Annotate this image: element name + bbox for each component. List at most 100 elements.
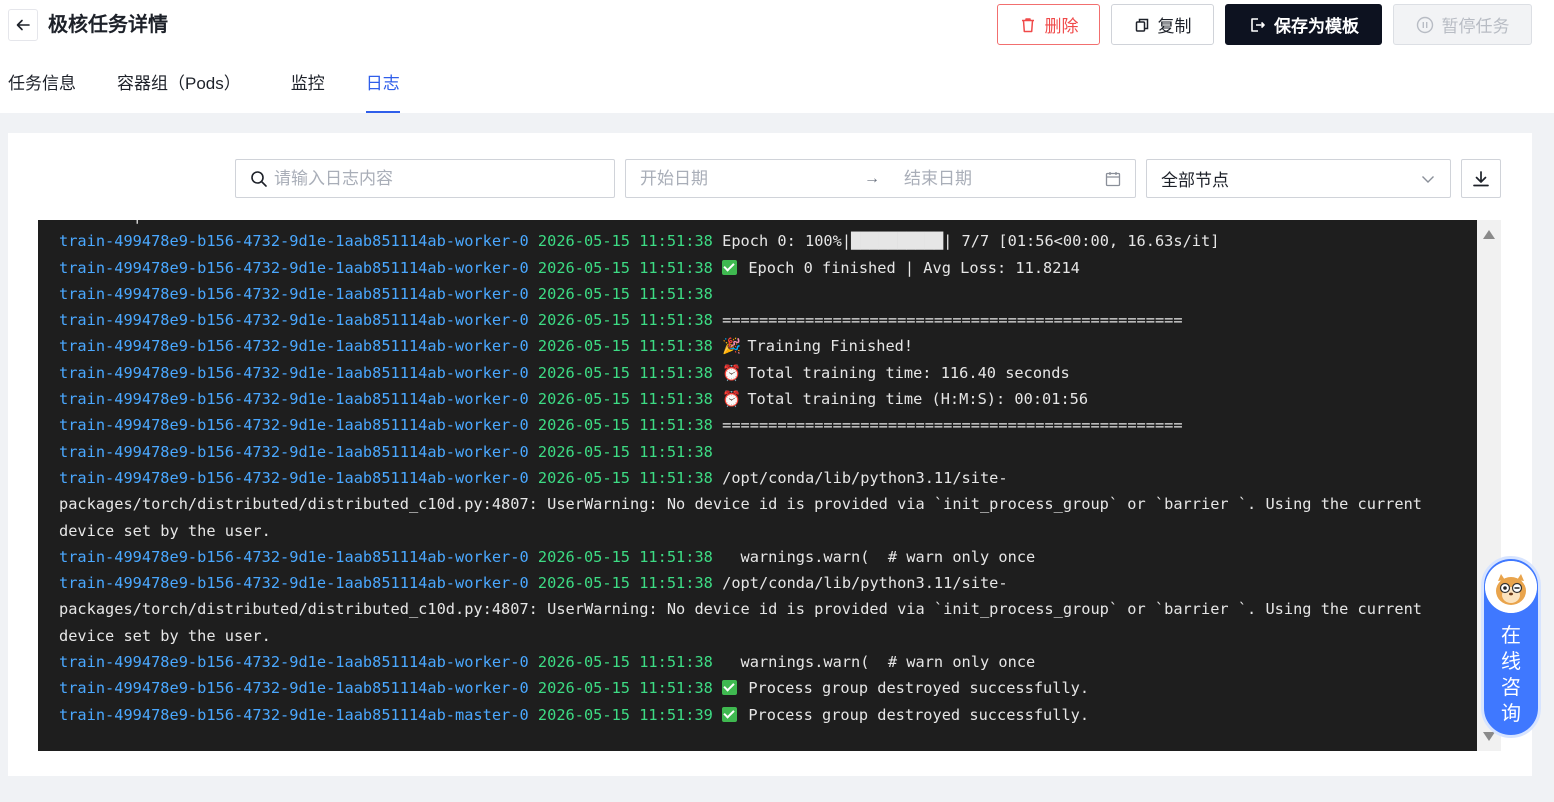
page-header: 极核任务详情 删除 复制 保存为模板 暂停任务 任务信息 容器组（Pods） 监…	[0, 0, 1554, 113]
page-title: 极核任务详情	[48, 14, 168, 36]
log-timestamp: 2026-05-15 11:51:38	[537, 653, 713, 672]
save-template-icon	[1251, 17, 1265, 32]
pause-task-button-label: 暂停任务	[1441, 17, 1510, 36]
log-pod-name: train-499478e9-b156-4732-9d1e-1aab851114…	[59, 258, 529, 277]
log-timestamp: 2026-05-15 11:51:38	[537, 547, 713, 566]
check-icon	[722, 706, 738, 722]
pause-circle-icon	[1416, 16, 1433, 33]
log-pod-name: train-499478e9-b156-4732-9d1e-1aab851114…	[59, 363, 529, 382]
log-line: train-499478e9-b156-4732-9d1e-1aab851114…	[59, 439, 1459, 465]
search-icon	[251, 170, 267, 187]
log-timestamp: 2026-05-15 11:51:38	[537, 390, 713, 409]
copy-button-label: 复制	[1157, 17, 1192, 36]
scroll-down-icon[interactable]	[1483, 732, 1495, 741]
log-timestamp: 2026-05-15 11:51:38	[537, 416, 713, 435]
end-date-input[interactable]	[904, 168, 1104, 189]
log-pod-name: train-499478e9-b156-4732-9d1e-1aab851114…	[59, 337, 529, 356]
log-line: train-499478e9-b156-4732-9d1e-1aab851114…	[59, 412, 1459, 438]
log-message: warnings.warn( # warn only once	[722, 547, 1036, 566]
copy-button[interactable]: 复制	[1111, 4, 1214, 45]
log-timestamp: 2026-05-15 11:51:38	[537, 311, 713, 330]
log-message: Training Finished!	[747, 337, 914, 356]
pause-task-button[interactable]: 暂停任务	[1393, 4, 1532, 45]
log-message: ========================================…	[722, 416, 1183, 435]
log-line: train-499478e9-b156-4732-9d1e-1aab851114…	[59, 360, 1459, 386]
log-message: 11.8236 | LR 0.000001	[59, 220, 252, 224]
tab-task-info[interactable]: 任务信息	[8, 70, 76, 113]
log-pod-name: train-499478e9-b156-4732-9d1e-1aab851114…	[59, 705, 529, 724]
copy-icon	[1135, 18, 1148, 32]
node-select-value: 全部节点	[1161, 171, 1229, 190]
log-pod-name: train-499478e9-b156-4732-9d1e-1aab851114…	[59, 232, 529, 251]
log-message: Total training time (H:M:S): 00:01:56	[747, 390, 1089, 409]
save-template-button[interactable]: 保存为模板	[1225, 4, 1382, 45]
log-pod-name: train-499478e9-b156-4732-9d1e-1aab851114…	[59, 468, 529, 487]
log-line: train-499478e9-b156-4732-9d1e-1aab851114…	[59, 307, 1459, 333]
delete-button[interactable]: 删除	[997, 4, 1100, 45]
detail-tabs: 任务信息 容器组（Pods） 监控 日志	[8, 70, 441, 113]
log-pod-name: train-499478e9-b156-4732-9d1e-1aab851114…	[59, 284, 529, 303]
log-message: Total training time: 116.40 seconds	[747, 363, 1070, 382]
back-button[interactable]	[8, 9, 38, 41]
download-logs-button[interactable]	[1461, 159, 1501, 198]
chevron-down-icon	[1420, 171, 1436, 187]
log-line: train-499478e9-b156-4732-9d1e-1aab851114…	[59, 333, 1459, 359]
mascot-avatar-icon	[1485, 561, 1537, 613]
log-message: Epoch 0: 100%|██████████| 7/7 [01:56<00:…	[722, 232, 1220, 251]
log-timestamp: 2026-05-15 11:51:38	[537, 363, 713, 382]
log-pod-name: train-499478e9-b156-4732-9d1e-1aab851114…	[59, 311, 529, 330]
log-pod-name: train-499478e9-b156-4732-9d1e-1aab851114…	[59, 653, 529, 672]
log-line: train-499478e9-b156-4732-9d1e-1aab851114…	[59, 675, 1459, 701]
log-message: Process group destroyed successfully.	[748, 705, 1090, 724]
log-timestamp: 2026-05-15 11:51:38	[537, 337, 713, 356]
log-timestamp: 2026-05-15 11:51:38	[537, 284, 713, 303]
party-popper-icon: 🎉	[722, 337, 742, 356]
log-line: train-499478e9-b156-4732-9d1e-1aab851114…	[59, 228, 1459, 254]
date-range-picker: →	[625, 159, 1136, 198]
log-timestamp: 2026-05-15 11:51:38	[537, 574, 713, 593]
check-icon	[722, 680, 738, 696]
log-search-input[interactable]	[274, 168, 604, 189]
log-timestamp: 2026-05-15 11:51:38	[537, 468, 713, 487]
trash-icon	[1021, 17, 1034, 32]
calendar-icon[interactable]	[1104, 170, 1122, 188]
start-date-input[interactable]	[640, 168, 854, 189]
log-line: 11.8236 | LR 0.000001	[59, 220, 1459, 228]
tab-monitor[interactable]: 监控	[291, 70, 325, 113]
log-lines: 11.8236 | LR 0.000001 train-499478e9-b156…	[59, 220, 1459, 728]
log-pod-name: train-499478e9-b156-4732-9d1e-1aab851114…	[59, 390, 529, 409]
scroll-up-icon[interactable]	[1483, 230, 1495, 239]
log-pod-name: train-499478e9-b156-4732-9d1e-1aab851114…	[59, 442, 529, 461]
online-consult-label: 在线咨询	[1501, 625, 1521, 725]
log-timestamp: 2026-05-15 11:51:38	[537, 232, 713, 251]
log-pod-name: train-499478e9-b156-4732-9d1e-1aab851114…	[59, 547, 529, 566]
node-select[interactable]: 全部节点	[1146, 159, 1451, 198]
log-message: ========================================…	[722, 311, 1183, 330]
log-timestamp: 2026-05-15 11:51:38	[537, 258, 713, 277]
log-line: train-499478e9-b156-4732-9d1e-1aab851114…	[59, 544, 1459, 570]
alarm-clock-icon: ⏰	[722, 363, 742, 382]
arrow-left-icon	[16, 19, 30, 31]
log-timestamp: 2026-05-15 11:51:38	[537, 442, 713, 461]
delete-button-label: 删除	[1044, 17, 1079, 36]
log-line: train-499478e9-b156-4732-9d1e-1aab851114…	[59, 255, 1459, 281]
log-line: train-499478e9-b156-4732-9d1e-1aab851114…	[59, 702, 1459, 728]
log-search	[235, 159, 615, 198]
online-consult-widget[interactable]: 在线咨询	[1481, 556, 1541, 738]
log-line: train-499478e9-b156-4732-9d1e-1aab851114…	[59, 465, 1459, 544]
log-message: Process group destroyed successfully.	[748, 679, 1090, 698]
log-line: train-499478e9-b156-4732-9d1e-1aab851114…	[59, 281, 1459, 307]
log-line: train-499478e9-b156-4732-9d1e-1aab851114…	[59, 649, 1459, 675]
header-actions: 删除 复制 保存为模板 暂停任务	[997, 4, 1532, 45]
log-line: train-499478e9-b156-4732-9d1e-1aab851114…	[59, 570, 1459, 649]
log-console[interactable]: 11.8236 | LR 0.000001 train-499478e9-b156…	[38, 220, 1501, 751]
download-icon	[1473, 170, 1489, 186]
log-timestamp: 2026-05-15 11:51:38	[537, 679, 713, 698]
log-card: → 全部节点 11.8236 | LR 0.000001 train-499478…	[8, 133, 1532, 776]
tab-logs[interactable]: 日志	[365, 70, 400, 113]
alarm-clock-icon: ⏰	[722, 390, 742, 409]
log-message: Epoch 0 finished | Avg Loss: 11.8214	[748, 258, 1080, 277]
log-pod-name: train-499478e9-b156-4732-9d1e-1aab851114…	[59, 679, 529, 698]
tab-pods[interactable]: 容器组（Pods）	[117, 70, 241, 113]
log-pod-name: train-499478e9-b156-4732-9d1e-1aab851114…	[59, 416, 529, 435]
